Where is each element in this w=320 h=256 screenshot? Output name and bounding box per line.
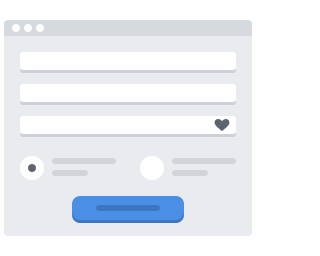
window-control-dot-1[interactable] [12,24,20,32]
radio-option-1[interactable] [20,156,44,180]
radio-option-1-label-line-1 [52,158,116,164]
window-control-dot-2[interactable] [24,24,32,32]
radio-option-1-label-line-2 [52,170,88,176]
heart-icon[interactable] [214,119,230,132]
browser-window [4,20,252,236]
radio-option-2-label-line-1 [172,158,236,164]
submit-button-label-placeholder [96,205,160,211]
text-field-3[interactable] [20,116,236,134]
text-field-1[interactable] [20,52,236,70]
radio-selected-dot [28,164,36,172]
window-titlebar [4,20,252,36]
submit-button[interactable] [72,196,184,220]
radio-option-2[interactable] [140,156,164,180]
radio-option-2-label-line-2 [172,170,208,176]
text-field-2[interactable] [20,84,236,102]
window-control-dot-3[interactable] [36,24,44,32]
